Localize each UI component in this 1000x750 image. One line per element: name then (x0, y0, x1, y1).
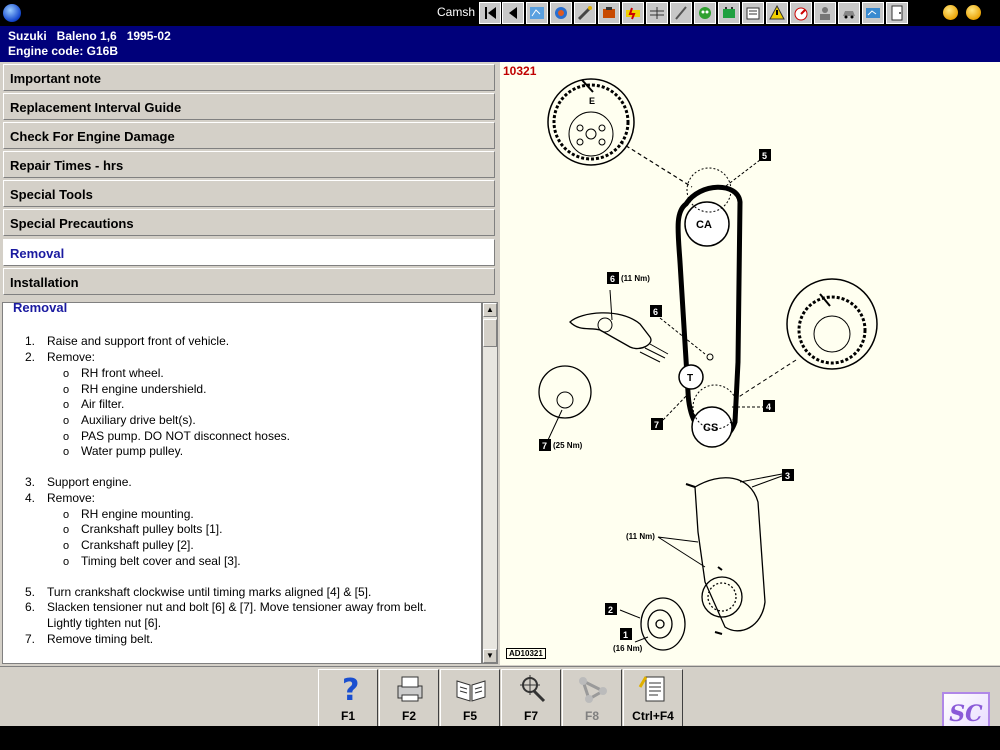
torque-1: (16 Nm) (613, 644, 643, 653)
sub-item: o PAS pump. DO NOT disconnect hoses. (63, 429, 290, 443)
torque-7: (25 Nm) (553, 441, 583, 450)
window-title: Camsh (437, 5, 476, 19)
probe-icon[interactable] (670, 2, 692, 24)
status-bar (0, 726, 1000, 750)
sub-item: o RH engine mounting. (63, 507, 194, 521)
print-button[interactable]: F2 (379, 669, 439, 727)
figure-reference: AD10321 (506, 648, 546, 659)
callout-7: 7 (542, 441, 547, 451)
help-icon: ? (342, 673, 359, 705)
engine-code: Engine code: G16B (8, 44, 119, 58)
diagnostics-icon[interactable] (694, 2, 716, 24)
position-button[interactable]: F7 (501, 669, 561, 727)
vehicle-model: Suzuki Baleno 1,6 1995-02 (8, 29, 171, 43)
timing-belt-diagram: 10321 E CA CS T 5 4 6 (11 Nm) 6 7 7 (25 … (500, 62, 1000, 665)
sub-item: o Crankshaft pulley bolts [1]. (63, 522, 223, 536)
sub-item: o Timing belt cover and seal [3]. (63, 554, 241, 568)
title-bar: Camsh (0, 0, 1000, 26)
menu-item-check-engine-damage[interactable]: Check For Engine Damage (3, 122, 495, 149)
vehicle-header: Suzuki Baleno 1,6 1995-02 Engine code: G… (0, 26, 1000, 62)
belt-icon (579, 677, 607, 703)
book-icon (456, 680, 486, 702)
step-2: 2. Remove: (25, 350, 96, 364)
label-ca: CA (696, 219, 712, 231)
label-cs: CS (703, 422, 718, 434)
step-3: 3. Support engine. (25, 475, 132, 489)
electrical-icon[interactable] (622, 2, 644, 24)
callout-5: 5 (762, 151, 767, 161)
callout-6-tensioner: 6 (653, 307, 658, 317)
battery-icon[interactable] (718, 2, 740, 24)
timing-cover (657, 473, 783, 635)
target-icon (520, 675, 546, 703)
content-heading: Removal (13, 302, 68, 315)
scroll-up-button[interactable]: ▲ (483, 303, 497, 317)
help-button[interactable]: ? F1 (318, 669, 378, 727)
service-book-icon[interactable] (742, 2, 764, 24)
torque-6: (11 Nm) (621, 274, 650, 283)
menu-item-removal[interactable]: Removal (3, 239, 495, 266)
scroll-thumb[interactable] (483, 319, 497, 347)
schematic-icon[interactable] (526, 2, 548, 24)
car-lift-icon[interactable] (838, 2, 860, 24)
procedure-text: Removal 1. Raise and support front of veh… (2, 302, 482, 664)
app-globe-icon[interactable] (3, 4, 21, 22)
exit-door-icon[interactable] (886, 2, 908, 24)
crankshaft-sprocket-detail (736, 278, 878, 399)
diagram-drawing: E CA CS T 5 4 6 (11 Nm) 6 7 7 (25 Nm) 3 … (538, 78, 878, 653)
callout-1: 1 (623, 630, 628, 640)
sub-item: o Crankshaft pulley [2]. (63, 538, 194, 552)
mark-e: E (589, 96, 595, 106)
warning-icon[interactable] (766, 2, 788, 24)
callout-4: 4 (766, 402, 771, 412)
scroll-down-button[interactable]: ▼ (483, 649, 497, 663)
technician-icon[interactable] (814, 2, 836, 24)
step-1: 1. Raise and support front of vehicle. (25, 334, 230, 348)
step-5: 5. Turn crankshaft clockwise until timing… (25, 585, 372, 599)
manual-button[interactable]: F5 (440, 669, 500, 727)
sub-item: o RH front wheel. (63, 366, 164, 380)
callout-2: 2 (608, 605, 613, 615)
first-page-icon[interactable] (479, 2, 501, 24)
sub-item: o Air filter. (63, 397, 125, 411)
callout-3: 3 (785, 471, 790, 481)
callout-6: 6 (610, 274, 615, 284)
sub-item: o Auxiliary drive belt(s). (63, 413, 196, 427)
label-t: T (687, 373, 693, 384)
crankshaft-pulley (619, 597, 686, 651)
document-icon (638, 676, 665, 702)
lubricant-icon[interactable] (550, 2, 572, 24)
menu-item-repair-times[interactable]: Repair Times - hrs (3, 151, 495, 178)
camshaft-sprocket-detail (547, 78, 693, 188)
step-6: 6. Slacken tensioner nut and bolt [6] & [… (25, 600, 427, 614)
previous-icon[interactable] (502, 2, 524, 24)
torque-cover: (11 Nm) (626, 532, 655, 541)
menu-item-special-precautions[interactable]: Special Precautions (3, 209, 495, 236)
callout-7-tensioner: 7 (654, 420, 659, 430)
menu-item-replacement-interval[interactable]: Replacement Interval Guide (3, 93, 495, 120)
menu-item-installation[interactable]: Installation (3, 268, 495, 295)
sub-item: o Water pump pulley. (63, 444, 184, 458)
vehicle-data-icon[interactable] (862, 2, 884, 24)
alignment-icon[interactable] (646, 2, 668, 24)
step-7: 7. Remove timing belt. (25, 632, 154, 646)
function-key-bar: ? F1 F2 F5 F7 F8 Ctrl+F4 (0, 666, 1000, 727)
gauge-icon[interactable] (790, 2, 812, 24)
printer-icon (397, 676, 423, 702)
content-scrollbar[interactable]: ▲ ▼ (482, 302, 498, 664)
minimize-button[interactable] (943, 5, 958, 20)
belt-routing-button[interactable]: F8 (562, 669, 622, 727)
close-button[interactable] (966, 5, 981, 20)
menu-item-important-note[interactable]: Important note (3, 64, 495, 91)
document-button[interactable]: Ctrl+F4 (623, 669, 683, 727)
svg-text:?: ? (342, 673, 359, 705)
engine-icon[interactable] (598, 2, 620, 24)
tools-icon[interactable] (574, 2, 596, 24)
step-4: 4. Remove: (25, 491, 96, 505)
sub-item: o RH engine undershield. (63, 382, 207, 396)
menu-item-special-tools[interactable]: Special Tools (3, 180, 495, 207)
step-6-continued: Lightly tighten nut [6]. (47, 616, 162, 630)
